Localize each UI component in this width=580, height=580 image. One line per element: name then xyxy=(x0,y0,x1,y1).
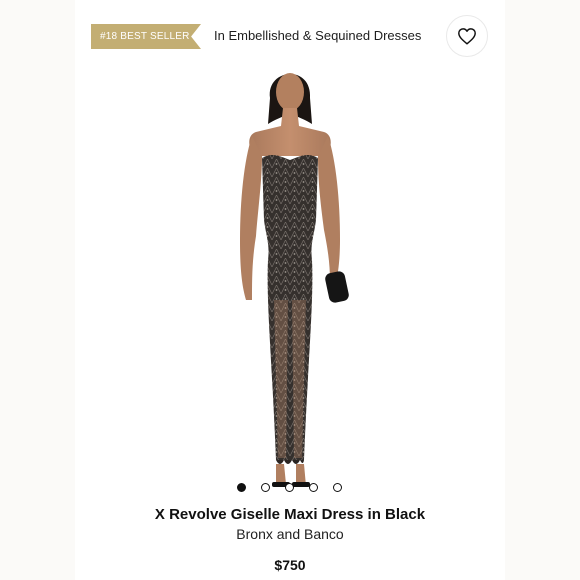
carousel-dot[interactable] xyxy=(309,483,318,492)
carousel-dot[interactable] xyxy=(261,483,270,492)
carousel-dot[interactable] xyxy=(285,483,294,492)
brand-name[interactable]: Bronx and Banco xyxy=(0,526,580,542)
wishlist-button[interactable] xyxy=(446,15,488,57)
product-image[interactable] xyxy=(200,60,380,500)
category-link[interactable]: In Embellished & Sequined Dresses xyxy=(214,28,421,43)
product-price: $750 xyxy=(274,557,306,573)
heart-icon xyxy=(458,28,476,45)
product-title: X Revolve Giselle Maxi Dress in Black xyxy=(154,506,426,523)
image-carousel-dots xyxy=(0,483,580,493)
product-page: #18 BEST SELLER In Embellished & Sequine… xyxy=(0,0,580,580)
carousel-dot[interactable] xyxy=(333,483,342,492)
carousel-dot[interactable] xyxy=(237,483,246,492)
best-seller-badge: #18 BEST SELLER xyxy=(91,24,201,49)
